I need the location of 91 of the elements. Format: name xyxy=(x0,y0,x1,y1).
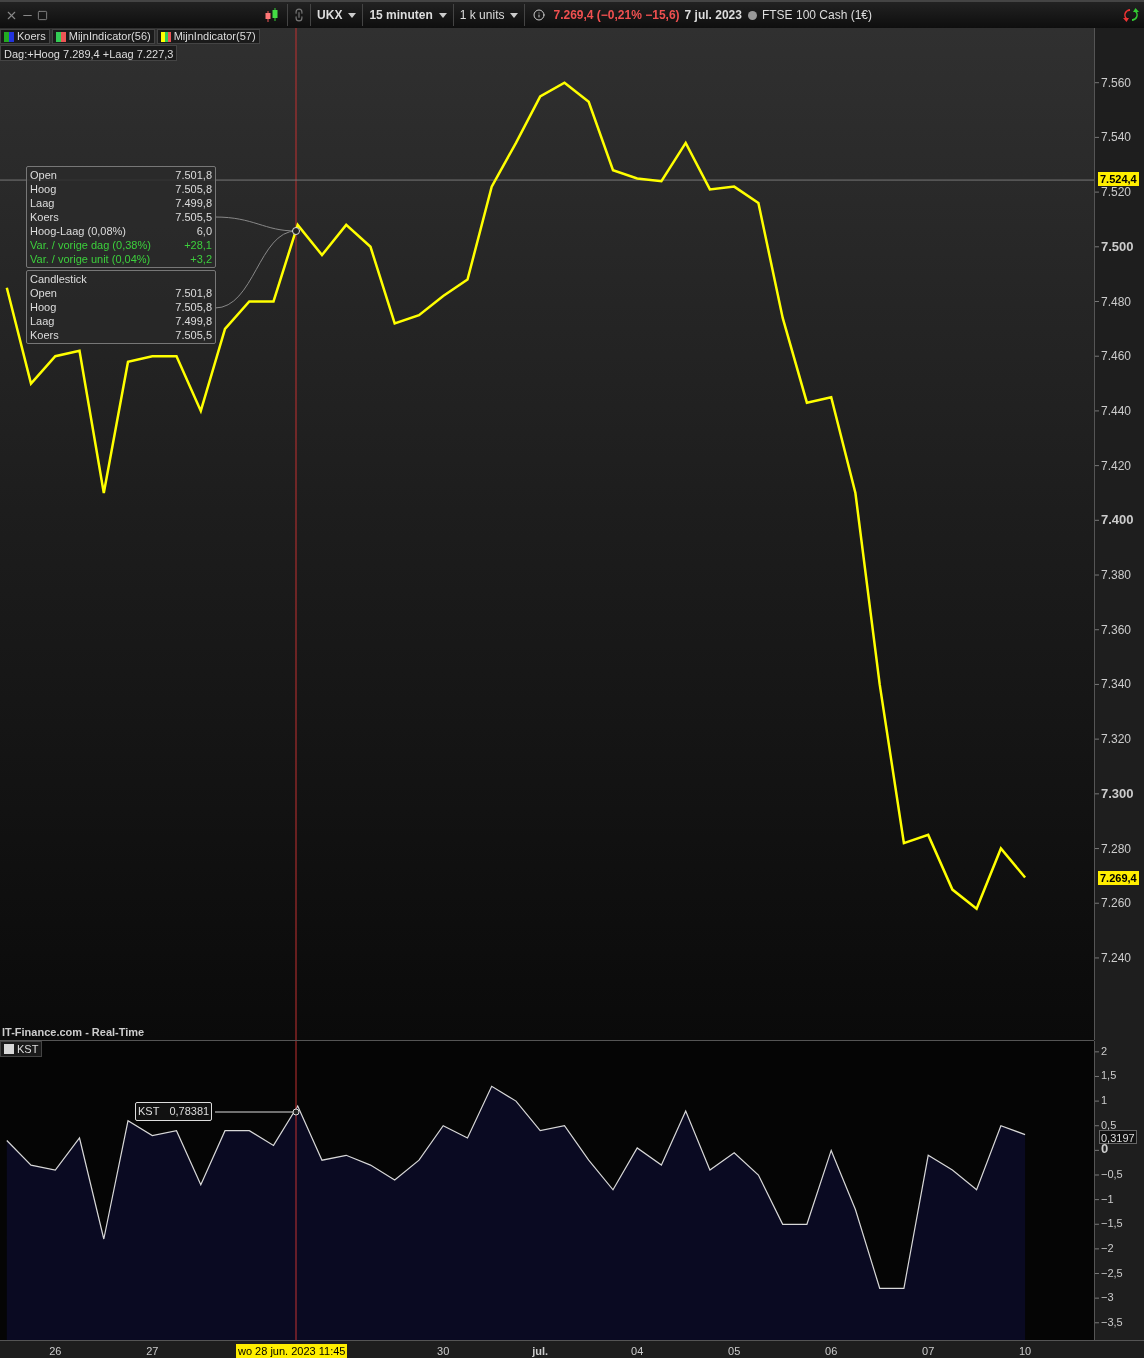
price-change: 7.269,4 (−0,21% −15,6) xyxy=(553,7,680,24)
axis-label: 27 xyxy=(146,1344,159,1358)
data-point-marker xyxy=(292,1108,300,1116)
value-marker: 0,3197 xyxy=(1099,1130,1137,1144)
axis-label: 7.560 xyxy=(1101,75,1132,90)
dropdown[interactable]: 15 minuten xyxy=(363,2,453,28)
legend-swatch-icon xyxy=(4,31,14,42)
axis-label: −1,5 xyxy=(1101,1217,1123,1230)
axis-label: 07 xyxy=(922,1344,935,1358)
axis-label: 1 xyxy=(1101,1094,1108,1107)
axis-label: 06 xyxy=(825,1344,838,1358)
axis-label: −2,5 xyxy=(1101,1266,1123,1279)
axis-label: 7.400 xyxy=(1101,512,1134,528)
info-title: Candlestick xyxy=(30,272,88,286)
axis-label: 05 xyxy=(728,1344,741,1358)
value-tooltip: KST 0,78381 xyxy=(135,1102,213,1121)
axis-label: 30 xyxy=(437,1344,450,1358)
source-label: IT-Finance.com - Real-Time xyxy=(2,1024,145,1040)
axis-label: 7.540 xyxy=(1101,130,1132,145)
legend-swatch-icon xyxy=(55,31,66,42)
axis-label: −3 xyxy=(1101,1291,1114,1304)
refresh-icon[interactable] xyxy=(1122,7,1140,23)
info-value: 7.499,8 xyxy=(175,196,212,210)
legend-label: KST xyxy=(17,1041,39,1057)
info-label: Open xyxy=(30,286,57,300)
axis-label: 7.460 xyxy=(1101,349,1132,364)
info-label: Var. / vorige dag (0,38%) xyxy=(30,238,151,252)
info-value: +3,2 xyxy=(190,252,212,266)
axis-label: 7.340 xyxy=(1101,677,1132,692)
info-icon[interactable] xyxy=(533,9,546,21)
info-value: 7.505,8 xyxy=(175,182,212,196)
legend-chip[interactable]: MijnIndicator(56) xyxy=(51,29,155,44)
instrument-name: FTSE 100 Cash (1€) xyxy=(761,7,872,24)
axis-label: 7.280 xyxy=(1101,841,1132,856)
info-label: Laag xyxy=(30,196,55,210)
axis-label: 7.240 xyxy=(1101,950,1132,965)
caret-icon xyxy=(510,12,519,18)
day-range: Dag:+Hoog 7.289,4 +Laag 7.227,3 xyxy=(0,45,178,61)
crosshair-date: wo 28 jun. 2023 11:45 xyxy=(236,1344,348,1358)
dropdown[interactable]: UKX xyxy=(311,2,363,28)
caret-icon xyxy=(348,12,357,18)
price-marker: 7.269,4 xyxy=(1098,871,1139,885)
axis-label: 7.320 xyxy=(1101,732,1132,747)
info-value: 7.505,8 xyxy=(175,300,212,314)
axis-label: jul. xyxy=(532,1344,549,1358)
axis-label: 7.480 xyxy=(1101,294,1132,309)
legend-chip[interactable]: Koers xyxy=(0,29,50,44)
maximize-icon[interactable] xyxy=(37,9,48,21)
axis-label: 7.260 xyxy=(1101,896,1132,911)
info-value: +28,1 xyxy=(184,238,212,252)
axis-label: 7.500 xyxy=(1101,238,1134,254)
info-label: Open xyxy=(30,168,57,182)
axis-label: 04 xyxy=(631,1344,644,1358)
info-value: 7.505,5 xyxy=(175,210,212,224)
dropdown[interactable]: 1 k units xyxy=(453,2,525,28)
info-label: Hoog xyxy=(30,300,57,314)
quote-date: 7 jul. 2023 xyxy=(684,7,742,24)
axis-label: 7.440 xyxy=(1101,403,1132,418)
axis-label: 7.380 xyxy=(1101,568,1132,583)
info-value: 7.505,5 xyxy=(175,328,212,342)
axis-label: 7.420 xyxy=(1101,458,1132,473)
axis-label: −3,5 xyxy=(1101,1315,1123,1328)
axis-label: −2 xyxy=(1101,1241,1114,1254)
axis-label: 26 xyxy=(49,1344,62,1358)
axis-label: 7.300 xyxy=(1101,785,1134,801)
legend-swatch-icon xyxy=(4,1044,14,1054)
info-label: Laag xyxy=(30,314,55,328)
axis-label: 7.360 xyxy=(1101,622,1132,637)
info-value: 7.501,8 xyxy=(175,168,212,182)
legend-swatch-icon xyxy=(160,31,171,42)
axis-label: 10 xyxy=(1019,1344,1032,1358)
info-label: Koers xyxy=(30,328,59,342)
candlestick-icon[interactable] xyxy=(264,7,281,23)
price-marker: 7.524,4 xyxy=(1098,172,1139,186)
legend-chip[interactable]: MijnIndicator(57) xyxy=(156,29,260,44)
axis-label: 1,5 xyxy=(1101,1069,1117,1082)
axis-label: 7.520 xyxy=(1101,185,1132,200)
info-label: Hoog-Laag (0,08%) xyxy=(30,224,126,238)
info-label: Hoog xyxy=(30,182,57,196)
data-point-marker xyxy=(291,226,301,236)
info-label: Var. / vorige unit (0,04%) xyxy=(30,252,151,266)
info-value: 7.501,8 xyxy=(175,286,212,300)
caret-icon xyxy=(438,12,447,18)
axis-label: 0,5 xyxy=(1101,1118,1117,1131)
axis-label: 2 xyxy=(1101,1044,1108,1057)
info-value: 6,0 xyxy=(196,224,212,238)
info-value: 7.499,8 xyxy=(175,314,212,328)
axis-label: −0,5 xyxy=(1101,1168,1123,1180)
info-label: Koers xyxy=(30,210,59,224)
legend-chip[interactable]: KST xyxy=(0,1041,43,1057)
axis-label: −1 xyxy=(1101,1192,1114,1205)
